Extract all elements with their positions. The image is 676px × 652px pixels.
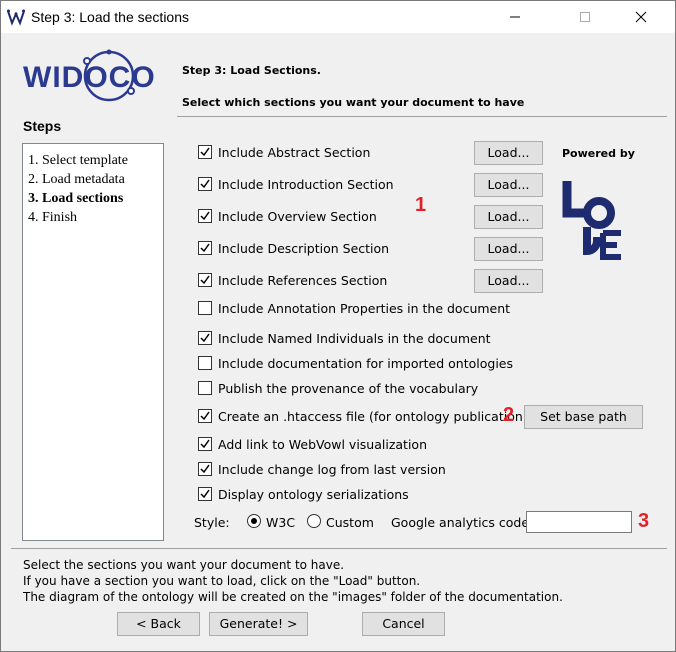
checkmark-icon (200, 464, 210, 474)
introduction-checkbox[interactable] (198, 177, 212, 191)
powered-by-label: Powered by (562, 147, 635, 160)
references-label: Include References Section (218, 273, 388, 288)
steps-list: 1. Select template 2. Load metadata 3. L… (22, 143, 164, 541)
checkmark-icon (200, 211, 210, 221)
webvowl-label: Add link to WebVowl visualization (218, 437, 428, 452)
annotation-properties-label: Include Annotation Properties in the doc… (218, 301, 511, 316)
style-label: Style: (194, 515, 230, 530)
style-custom-radio[interactable] (307, 514, 321, 528)
abstract-label: Include Abstract Section (218, 145, 371, 160)
info-line-1: Select the sections you want your docume… (23, 558, 345, 572)
widoco-logo: WIDOCO (23, 49, 156, 102)
checkmark-icon (200, 243, 210, 253)
load-introduction-button[interactable]: Load... (474, 173, 543, 197)
widoco-window: Step 3: Load the sections WIDOCO Steps 1… (0, 0, 676, 652)
checkmark-icon (200, 439, 210, 449)
step-item-load-metadata: 2. Load metadata (28, 172, 125, 187)
load-abstract-button[interactable]: Load... (474, 141, 543, 165)
checkmark-icon (200, 411, 210, 421)
header-divider (177, 116, 667, 117)
webvowl-checkbox[interactable] (198, 437, 212, 451)
step-subheading: Select which sections you want your docu… (182, 96, 525, 109)
minimize-icon (510, 16, 520, 18)
back-button[interactable]: < Back (117, 612, 200, 636)
generate-button[interactable]: Generate! > (209, 612, 308, 636)
checkmark-icon (200, 179, 210, 189)
style-w3c-label: W3C (266, 515, 296, 530)
window-title: Step 3: Load the sections (31, 9, 189, 25)
steps-title: Steps (23, 118, 62, 134)
step-item-select-template: 1. Select template (28, 153, 128, 168)
annotation-marker-2: 2 (503, 404, 515, 426)
title-bar[interactable]: Step 3: Load the sections (1, 1, 675, 33)
cancel-button[interactable]: Cancel (362, 612, 445, 636)
htaccess-label: Create an .htaccess file (for ontology p… (218, 409, 528, 424)
maximize-icon (580, 12, 590, 22)
step-item-finish: 4. Finish (28, 210, 78, 225)
minimize-button[interactable] (492, 1, 538, 33)
htaccess-checkbox[interactable] (198, 409, 212, 423)
checkmark-icon (200, 489, 210, 499)
analytics-label: Google analytics code (391, 515, 530, 530)
serializations-checkbox[interactable] (198, 487, 212, 501)
provenance-label: Publish the provenance of the vocabulary (218, 381, 479, 396)
change-log-checkbox[interactable] (198, 462, 212, 476)
style-w3c-radio[interactable] (247, 514, 261, 528)
lode-logo (562, 181, 621, 260)
app-icon (7, 9, 25, 26)
annotation-marker-1: 1 (415, 194, 427, 216)
abstract-checkbox[interactable] (198, 145, 212, 159)
load-overview-button[interactable]: Load... (474, 205, 543, 229)
change-log-label: Include change log from last version (218, 462, 446, 477)
load-description-button[interactable]: Load... (474, 237, 543, 261)
set-base-path-button[interactable]: Set base path (524, 405, 643, 429)
close-button[interactable] (618, 1, 664, 33)
imported-ontologies-checkbox[interactable] (198, 356, 212, 370)
info-line-3: The diagram of the ontology will be crea… (23, 590, 563, 604)
checkmark-icon (200, 147, 210, 157)
named-individuals-label: Include Named Individuals in the documen… (218, 331, 491, 346)
annotation-properties-checkbox[interactable] (198, 301, 212, 315)
imported-ontologies-label: Include documentation for imported ontol… (218, 356, 514, 371)
references-checkbox[interactable] (198, 273, 212, 287)
annotation-marker-3: 3 (638, 510, 650, 532)
provenance-checkbox[interactable] (198, 381, 212, 395)
analytics-code-input[interactable] (526, 511, 632, 533)
overview-label: Include Overview Section (218, 209, 377, 224)
step-heading: Step 3: Load Sections. (182, 64, 321, 77)
info-line-2: If you have a section you want to load, … (23, 574, 421, 588)
close-icon (635, 11, 647, 23)
overview-checkbox[interactable] (198, 209, 212, 223)
bottom-divider (11, 548, 667, 549)
serializations-label: Display ontology serializations (218, 487, 409, 502)
load-references-button[interactable]: Load... (474, 269, 543, 293)
named-individuals-checkbox[interactable] (198, 331, 212, 345)
svg-text:WIDOCO: WIDOCO (23, 61, 156, 94)
introduction-label: Include Introduction Section (218, 177, 394, 192)
description-label: Include Description Section (218, 241, 390, 256)
checkmark-icon (200, 333, 210, 343)
checkmark-icon (200, 275, 210, 285)
step-item-load-sections: 3. Load sections (28, 191, 124, 206)
maximize-button[interactable] (562, 1, 608, 33)
style-custom-label: Custom (326, 515, 374, 530)
description-checkbox[interactable] (198, 241, 212, 255)
